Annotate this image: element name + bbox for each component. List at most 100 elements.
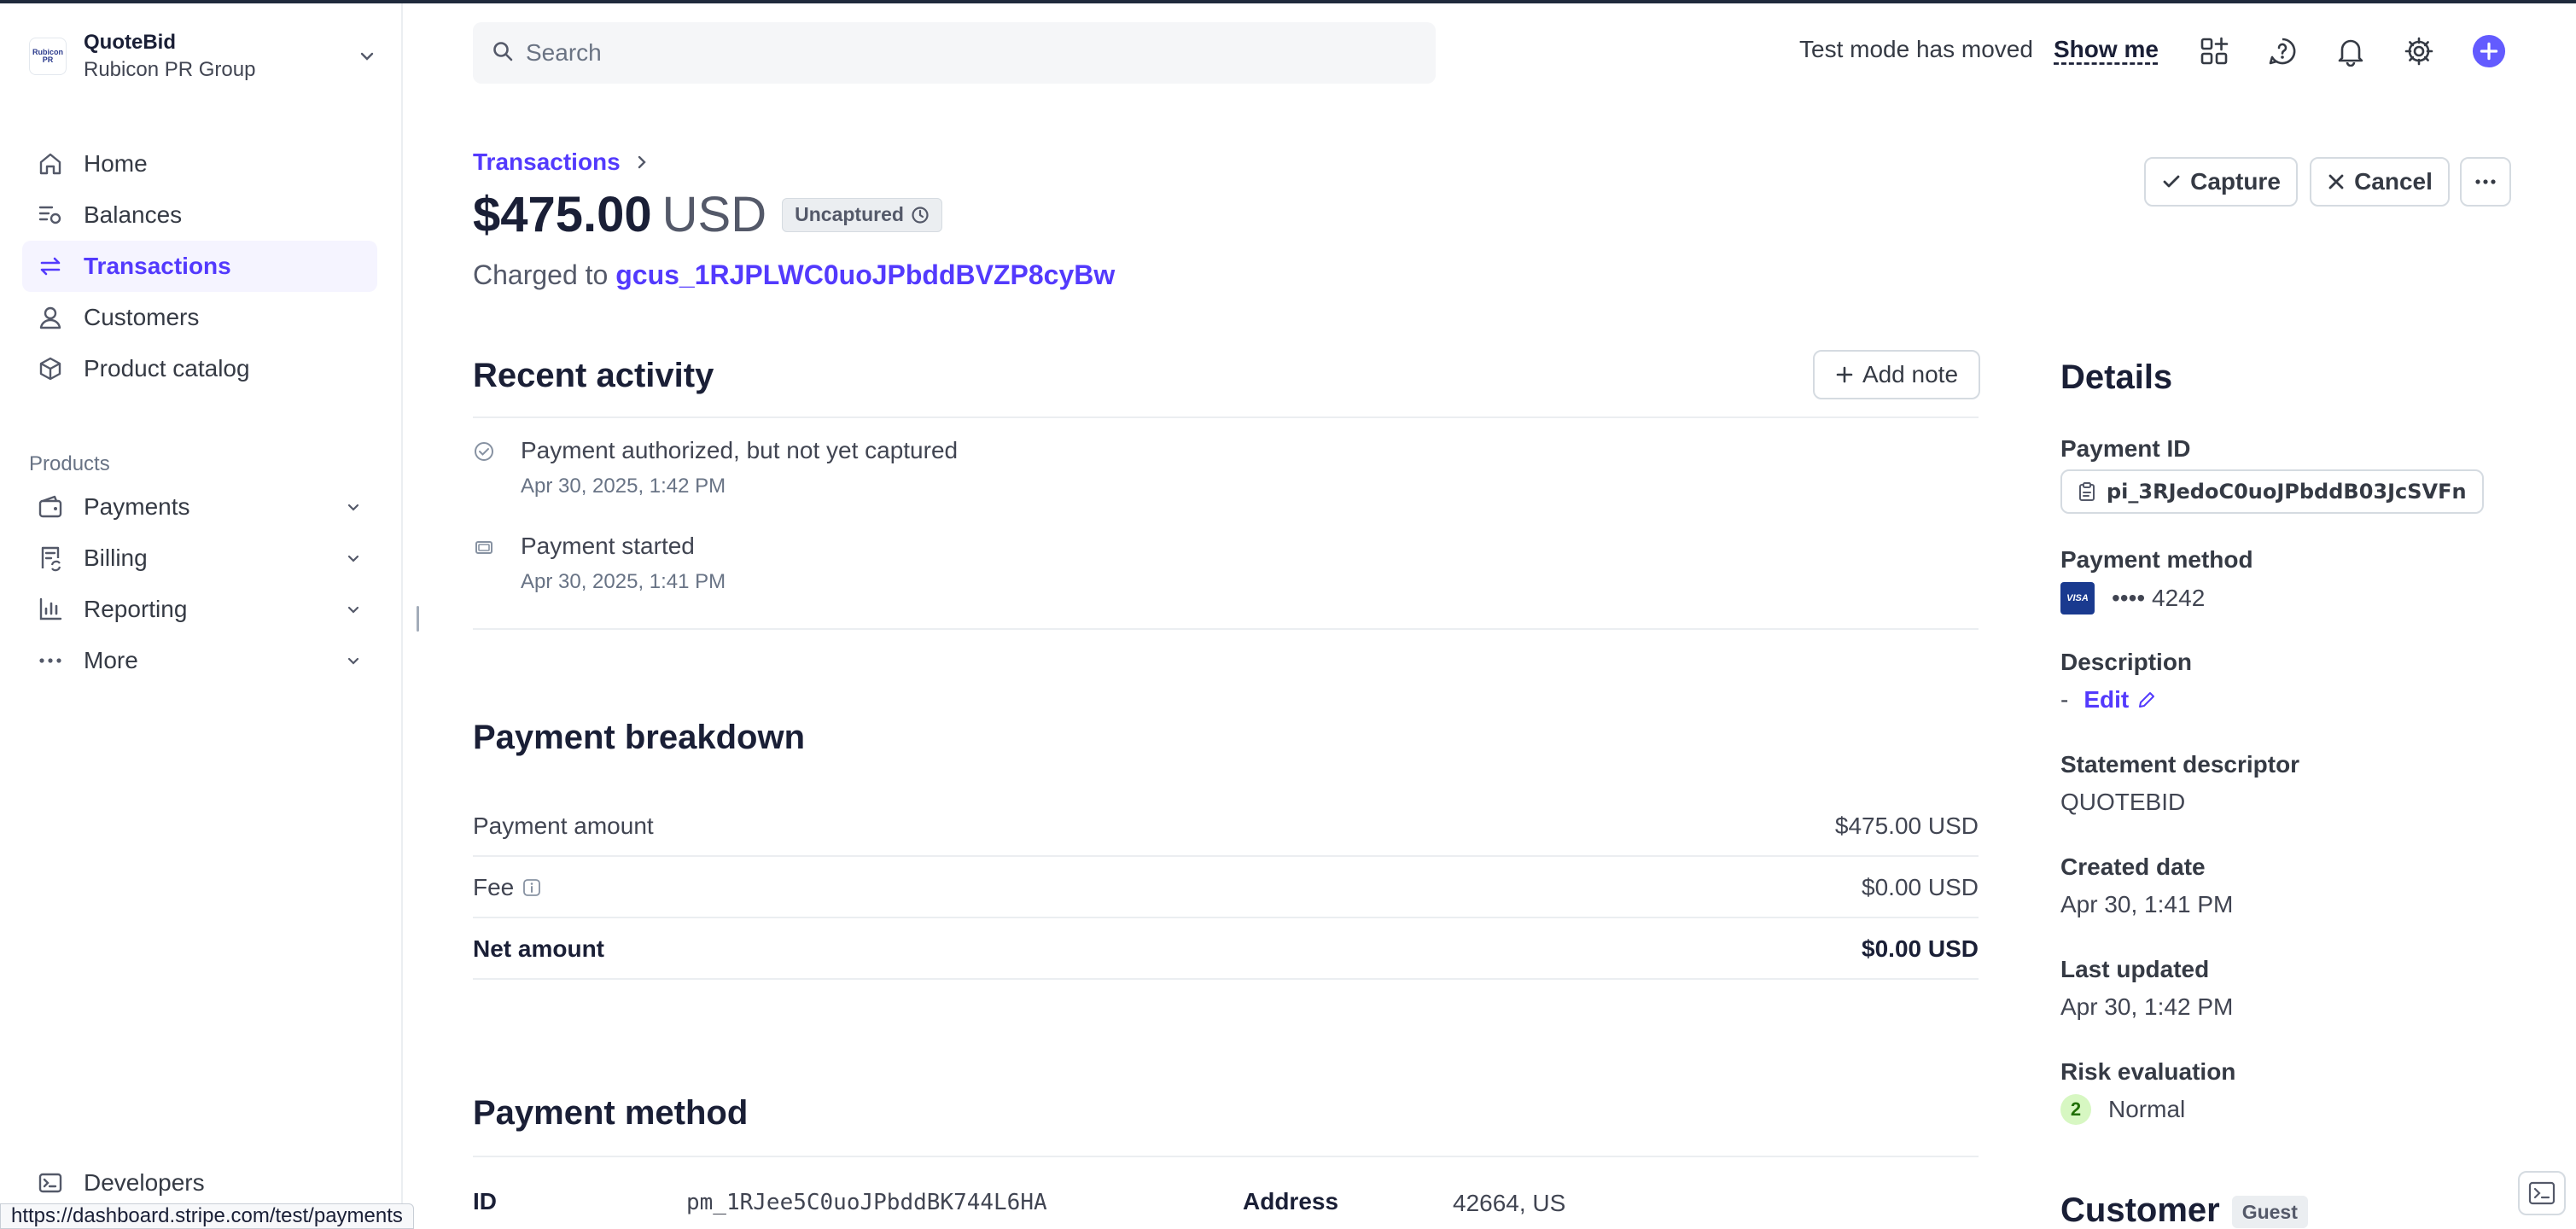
payment-method-title: Payment method xyxy=(473,1094,749,1132)
sidebar-item-product-catalog[interactable]: Product catalog xyxy=(22,343,377,394)
payment-method-value: VISA •••• 4242 xyxy=(2060,582,2205,614)
search-input[interactable] xyxy=(526,39,1379,67)
payment-amount: $475.00 xyxy=(473,187,652,242)
search-icon xyxy=(492,40,514,67)
last-updated-label: Last updated xyxy=(2060,956,2210,982)
activity-event-time: Apr 30, 2025, 1:41 PM xyxy=(521,570,726,593)
payment-id-label: Payment ID xyxy=(2060,435,2191,462)
chevron-down-icon xyxy=(341,495,365,519)
divider xyxy=(473,1156,1979,1157)
guest-badge: Guest xyxy=(2231,1196,2308,1229)
pm-id-label: ID xyxy=(473,1188,497,1214)
sidebar-item-more[interactable]: More xyxy=(22,635,377,686)
pm-address-value: 42664, US xyxy=(1453,1190,1566,1216)
add-note-button[interactable]: Add note xyxy=(1813,350,1980,399)
customer-link[interactable]: gcus_1RJPLWC0uoJPbddBVZP8cyBw xyxy=(615,259,1115,290)
account-logo: Rubicon PR xyxy=(29,38,67,75)
breakdown-row-value: $475.00 USD xyxy=(1834,813,1979,839)
search-bar[interactable] xyxy=(473,22,1436,84)
chevron-right-icon xyxy=(634,154,650,170)
sidebar-item-label: Product catalog xyxy=(84,355,250,382)
sidebar-item-billing[interactable]: Billing xyxy=(22,533,377,584)
statement-descriptor-label: Statement descriptor xyxy=(2060,751,2300,778)
chevron-down-icon xyxy=(341,546,365,570)
product-catalog-icon xyxy=(36,354,65,383)
risk-score-badge: 2 xyxy=(2060,1094,2091,1125)
check-circle-icon xyxy=(473,440,495,463)
home-icon xyxy=(36,149,65,178)
clock-icon xyxy=(911,206,930,224)
breakdown-row-value: $0.00 USD xyxy=(1862,935,1979,962)
sidebar-item-transactions[interactable]: Transactions xyxy=(22,241,377,292)
products-section-title: Products xyxy=(29,452,110,475)
sidebar-item-home[interactable]: Home xyxy=(22,138,377,189)
activity-event-time: Apr 30, 2025, 1:42 PM xyxy=(521,475,726,498)
sidebar-item-label: Billing xyxy=(84,545,148,571)
sidebar-item-developers[interactable]: Developers xyxy=(22,1157,377,1209)
sidebar-item-label: Customers xyxy=(84,304,200,330)
payment-card-icon xyxy=(473,536,495,558)
sidebar-resize-handle[interactable] xyxy=(417,606,419,632)
cancel-button[interactable]: Cancel xyxy=(2310,157,2450,207)
add-note-button-label: Add note xyxy=(1862,361,1959,387)
sidebar-item-customers[interactable]: Customers xyxy=(22,292,377,343)
sidebar: Rubicon PR QuoteBid Rubicon PR Group Hom… xyxy=(0,3,403,1229)
risk-evaluation-label: Risk evaluation xyxy=(2060,1058,2236,1085)
sidebar-item-reporting[interactable]: Reporting xyxy=(22,584,377,635)
card-last4: •••• 4242 xyxy=(2112,585,2206,611)
capture-button[interactable]: Capture xyxy=(2144,157,2298,207)
close-icon xyxy=(2327,172,2346,191)
gear-icon[interactable] xyxy=(2402,34,2436,68)
reporting-icon xyxy=(36,595,65,624)
payment-currency: USD xyxy=(661,187,767,242)
sidebar-item-label: More xyxy=(84,647,138,673)
sidebar-item-label: Transactions xyxy=(84,253,231,279)
check-icon xyxy=(2161,172,2182,192)
sidebar-item-payments[interactable]: Payments xyxy=(22,481,377,533)
divider xyxy=(473,978,1979,980)
breakdown-row-fee: Fee xyxy=(473,874,541,901)
charged-to-line: Charged to gcus_1RJPLWC0uoJPbddBVZP8cyBw xyxy=(473,259,1115,291)
breadcrumb: Transactions xyxy=(473,149,650,176)
apps-icon[interactable] xyxy=(2197,34,2231,68)
breakdown-row-label: Fee xyxy=(473,874,515,900)
ellipsis-icon xyxy=(2474,178,2497,185)
risk-evaluation-value: 2 Normal xyxy=(2060,1094,2185,1125)
description-value: - Edit xyxy=(2060,686,2156,714)
help-icon[interactable] xyxy=(2265,34,2299,68)
shell-toggle-button[interactable] xyxy=(2518,1171,2566,1215)
payment-id-copy-button[interactable]: pi_3RJedoC0uoJPbddB03JcSVFn xyxy=(2060,469,2484,514)
capture-button-label: Capture xyxy=(2190,168,2281,195)
breadcrumb-transactions-link[interactable]: Transactions xyxy=(473,149,621,176)
link-preview-url: https://dashboard.stripe.com/test/paymen… xyxy=(0,1203,414,1229)
bell-icon[interactable] xyxy=(2334,34,2368,68)
last-updated-value: Apr 30, 1:42 PM xyxy=(2060,993,2234,1020)
create-plus-icon[interactable] xyxy=(2472,34,2506,68)
chevron-down-icon xyxy=(355,44,379,68)
pm-address-label: Address xyxy=(1243,1188,1339,1214)
clipboard-icon xyxy=(2078,481,2096,502)
details-title: Details xyxy=(2060,358,2173,396)
more-actions-button[interactable] xyxy=(2460,157,2511,207)
balances-icon xyxy=(36,201,65,230)
info-icon[interactable] xyxy=(522,878,541,897)
description-empty: - xyxy=(2060,686,2069,713)
breakdown-row-value: $0.00 USD xyxy=(1862,874,1979,900)
more-icon xyxy=(36,646,65,675)
sidebar-item-label: Balances xyxy=(84,201,183,228)
show-me-link[interactable]: Show me xyxy=(2054,36,2159,63)
divider xyxy=(473,416,1979,418)
pm-id-value: pm_1RJee5C0uoJPbddBK744L6HA xyxy=(686,1190,1047,1215)
breakdown-row-label: Net amount xyxy=(473,935,604,962)
divider xyxy=(473,628,1979,630)
description-label: Description xyxy=(2060,649,2193,675)
sidebar-item-label: Reporting xyxy=(84,596,188,622)
status-badge-label: Uncaptured xyxy=(795,203,904,225)
created-date-value: Apr 30, 1:41 PM xyxy=(2060,891,2234,917)
cancel-button-label: Cancel xyxy=(2354,168,2433,195)
sidebar-item-balances[interactable]: Balances xyxy=(22,189,377,241)
account-switcher[interactable]: Rubicon PR QuoteBid Rubicon PR Group xyxy=(29,27,379,85)
customer-title: Customer xyxy=(2060,1191,2220,1229)
edit-description-link[interactable]: Edit xyxy=(2084,686,2156,714)
sidebar-item-label: Developers xyxy=(84,1169,205,1196)
